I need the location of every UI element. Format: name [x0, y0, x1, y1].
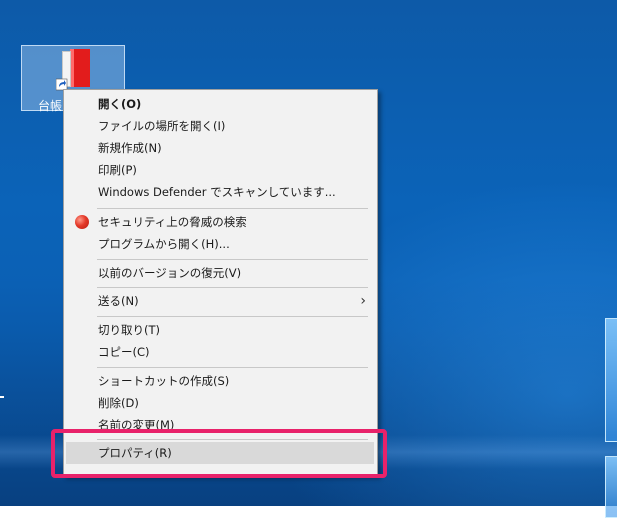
menu-item-delete[interactable]: 削除(D)	[66, 392, 374, 414]
red-book-shortcut-icon	[56, 49, 90, 91]
menu-item-label: 送る(N)	[98, 294, 139, 308]
menu-item-new[interactable]: 新規作成(N)	[66, 137, 374, 159]
context-menu: 開く(O) ファイルの場所を開く(I) 新規作成(N) 印刷(P) Window…	[63, 89, 378, 476]
menu-item-open-with[interactable]: プログラムから開く(H)...	[66, 233, 374, 255]
highlight-annotation	[51, 429, 387, 478]
menu-item-defender-scan[interactable]: Windows Defender でスキャンしています...	[66, 181, 374, 203]
menu-item-send-to[interactable]: 送る(N) ›	[66, 290, 374, 312]
menu-item-label: 新規作成(N)	[98, 141, 162, 155]
menu-item-label: 以前のバージョンの復元(V)	[98, 266, 242, 280]
menu-item-label: セキュリティ上の脅威の検索	[98, 215, 247, 229]
desktop-icon-label: 台帳	[38, 99, 63, 113]
menu-item-cut[interactable]: 切り取り(T)	[66, 319, 374, 341]
chevron-right-icon: ›	[360, 293, 366, 309]
menu-item-label: Windows Defender でスキャンしています...	[98, 185, 336, 199]
wallpaper-mark	[0, 396, 4, 398]
menu-item-label: ショートカットの作成(S)	[98, 374, 230, 388]
menu-item-security-scan[interactable]: セキュリティ上の脅威の検索	[66, 211, 374, 233]
security-scan-icon	[75, 215, 89, 229]
menu-item-label: 開く(O)	[98, 97, 142, 111]
menu-item-create-shortcut[interactable]: ショートカットの作成(S)	[66, 370, 374, 392]
menu-separator	[97, 316, 368, 317]
menu-item-label: 削除(D)	[98, 396, 139, 410]
menu-separator	[97, 208, 368, 209]
menu-item-print[interactable]: 印刷(P)	[66, 159, 374, 181]
menu-item-copy[interactable]: コピー(C)	[66, 341, 374, 363]
menu-item-label: コピー(C)	[98, 345, 150, 359]
menu-separator	[97, 287, 368, 288]
menu-item-label: 印刷(P)	[98, 163, 137, 177]
wallpaper-pane	[605, 318, 617, 442]
menu-item-label: 切り取り(T)	[98, 323, 160, 337]
wallpaper-pane	[605, 456, 617, 518]
menu-item-open-file-location[interactable]: ファイルの場所を開く(I)	[66, 115, 374, 137]
menu-item-open[interactable]: 開く(O)	[66, 93, 374, 115]
menu-item-restore-previous-versions[interactable]: 以前のバージョンの復元(V)	[66, 262, 374, 284]
menu-separator	[97, 259, 368, 260]
menu-separator	[97, 367, 368, 368]
menu-item-label: プログラムから開く(H)...	[98, 237, 230, 251]
menu-item-label: ファイルの場所を開く(I)	[98, 119, 226, 133]
